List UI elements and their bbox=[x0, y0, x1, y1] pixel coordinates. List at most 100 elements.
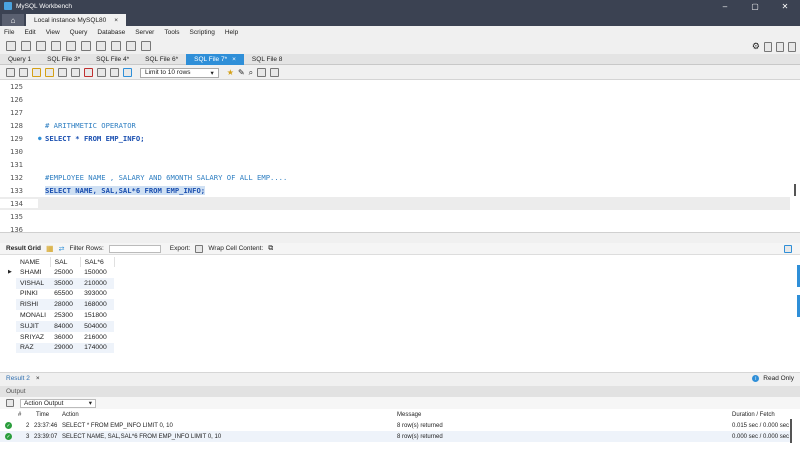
table-cell[interactable]: SHAMI bbox=[16, 267, 51, 278]
beautify-icon[interactable]: ✎ bbox=[238, 68, 245, 77]
table-cell[interactable]: 25300 bbox=[50, 310, 81, 321]
table-cell[interactable]: 36000 bbox=[50, 331, 81, 343]
commit-icon[interactable] bbox=[97, 68, 106, 77]
output-row[interactable]: ✓ 2 23:37:46 SELECT * FROM EMP_INFO LIMI… bbox=[0, 420, 790, 431]
table-cell[interactable]: 150000 bbox=[80, 267, 115, 278]
table-cell[interactable]: 28000 bbox=[50, 299, 81, 311]
new-sql-tab-icon[interactable] bbox=[6, 41, 16, 51]
close-tab-icon[interactable]: × bbox=[232, 56, 236, 63]
settings-gear-icon[interactable]: ⚙ bbox=[752, 41, 760, 52]
menu-server[interactable]: Server bbox=[135, 29, 154, 36]
table-cell[interactable]: 35000 bbox=[50, 277, 81, 289]
editor-scrollbar[interactable] bbox=[794, 184, 796, 196]
table-row[interactable]: SRIYAZ 36000 216000 bbox=[6, 331, 115, 343]
menu-view[interactable]: View bbox=[46, 29, 60, 36]
sql-editor[interactable]: 125 126 127 128 # ARITHMETIC OPERATOR 12… bbox=[0, 80, 800, 232]
result-grid-label[interactable]: Result Grid bbox=[6, 245, 41, 252]
favorite-star-icon[interactable]: ★ bbox=[227, 68, 234, 77]
invisible-chars-icon[interactable] bbox=[257, 68, 267, 77]
tab-sql-file-4[interactable]: SQL File 4* bbox=[88, 54, 137, 65]
save-icon[interactable] bbox=[19, 68, 28, 77]
action-output-select[interactable]: Action Output ▾ bbox=[20, 398, 96, 408]
table-cell[interactable]: RISHI bbox=[16, 299, 51, 311]
menu-tools[interactable]: Tools bbox=[164, 29, 179, 36]
toggle-sidebar-icon[interactable] bbox=[764, 41, 772, 52]
wrap-lines-icon[interactable] bbox=[270, 68, 280, 77]
output-scrollbar[interactable] bbox=[790, 419, 792, 443]
wrap-cell-icon[interactable]: ⧉ bbox=[268, 245, 273, 253]
export-icon[interactable] bbox=[195, 244, 204, 253]
menu-edit[interactable]: Edit bbox=[24, 29, 35, 36]
tab-result-2[interactable]: Result 2 bbox=[6, 375, 30, 382]
table-cell[interactable]: 174000 bbox=[80, 342, 115, 354]
inspector-icon[interactable] bbox=[36, 41, 46, 51]
grid-icon[interactable]: ▦ bbox=[46, 244, 54, 253]
table-row[interactable]: VISHAL 35000 210000 bbox=[6, 277, 115, 289]
table-cell[interactable]: MONALI bbox=[16, 310, 51, 321]
tab-sql-file-8[interactable]: SQL File 8 bbox=[244, 54, 290, 65]
filter-rows-input[interactable] bbox=[108, 244, 161, 253]
reconnect-icon[interactable] bbox=[141, 41, 151, 51]
limit-rows-select[interactable]: Limit to 10 rows ▾ bbox=[140, 67, 219, 78]
table-row[interactable]: MONALI 25300 151800 bbox=[6, 310, 115, 321]
table-cell[interactable]: 393000 bbox=[80, 288, 115, 300]
create-procedure-icon[interactable] bbox=[96, 41, 106, 51]
menu-file[interactable]: File bbox=[4, 29, 14, 36]
menu-database[interactable]: Database bbox=[97, 29, 125, 36]
table-cell[interactable]: 65500 bbox=[50, 288, 81, 300]
table-cell[interactable]: SUJIT bbox=[16, 320, 51, 332]
connection-tab[interactable]: Local instance MySQL80 × bbox=[26, 14, 127, 26]
create-table-icon[interactable] bbox=[66, 41, 76, 51]
table-cell[interactable]: 504000 bbox=[80, 320, 115, 332]
rollback-icon[interactable] bbox=[110, 68, 119, 77]
table-cell[interactable]: RAZ bbox=[16, 342, 51, 354]
column-header[interactable]: NAME bbox=[16, 257, 51, 267]
table-row[interactable]: PINKI 65500 393000 bbox=[6, 288, 115, 300]
editor-result-splitter[interactable] bbox=[0, 232, 800, 243]
copy-output-icon[interactable] bbox=[6, 399, 14, 407]
menu-help[interactable]: Help bbox=[225, 29, 238, 36]
find-icon[interactable]: ⌕ bbox=[249, 68, 253, 78]
create-function-icon[interactable] bbox=[111, 41, 121, 51]
table-cell[interactable]: VISHAL bbox=[16, 277, 51, 289]
table-cell[interactable]: PINKI bbox=[16, 288, 51, 300]
tab-sql-file-3[interactable]: SQL File 3* bbox=[39, 54, 88, 65]
output-row[interactable]: ✓ 3 23:39:07 SELECT NAME, SAL,SAL*6 FROM… bbox=[0, 431, 790, 442]
table-cell[interactable]: 210000 bbox=[80, 277, 115, 289]
table-cell[interactable]: 84000 bbox=[50, 320, 81, 332]
close-window-button[interactable]: ✕ bbox=[770, 0, 800, 12]
minimize-button[interactable]: – bbox=[710, 0, 740, 12]
column-header[interactable]: SAL bbox=[50, 257, 81, 267]
toggle-secondary-sidebar-icon[interactable] bbox=[788, 41, 796, 52]
tab-sql-file-6[interactable]: SQL File 6* bbox=[137, 54, 186, 65]
table-row[interactable]: RISHI 28000 168000 bbox=[6, 299, 115, 311]
tab-sql-file-7[interactable]: SQL File 7* × bbox=[186, 53, 244, 65]
close-connection-tab-icon[interactable]: × bbox=[114, 17, 118, 24]
column-header[interactable]: SAL*6 bbox=[80, 257, 115, 267]
close-result-tab-icon[interactable]: × bbox=[36, 375, 40, 382]
open-sql-file-icon[interactable] bbox=[21, 41, 31, 51]
stop-icon[interactable] bbox=[71, 68, 80, 77]
table-row[interactable]: ▶ SHAMI 25000 150000 bbox=[6, 267, 115, 278]
table-cell[interactable]: 151800 bbox=[80, 310, 115, 321]
search-table-data-icon[interactable] bbox=[126, 41, 136, 51]
result-panel-toggle-icon[interactable] bbox=[784, 244, 792, 253]
autocommit-icon[interactable] bbox=[123, 68, 132, 77]
create-schema-icon[interactable] bbox=[51, 41, 61, 51]
maximize-button[interactable]: ▢ bbox=[740, 0, 770, 12]
table-cell[interactable]: 25000 bbox=[50, 267, 81, 278]
table-cell[interactable]: 29000 bbox=[50, 342, 81, 354]
home-tab[interactable]: ⌂ bbox=[2, 14, 24, 26]
table-cell[interactable]: 168000 bbox=[80, 299, 115, 311]
table-row[interactable]: SUJIT 84000 504000 bbox=[6, 320, 115, 332]
table-row[interactable]: RAZ 29000 174000 bbox=[6, 342, 115, 354]
table-cell[interactable]: 216000 bbox=[80, 331, 115, 343]
execute-icon[interactable] bbox=[32, 68, 41, 77]
explain-icon[interactable] bbox=[58, 68, 67, 77]
open-file-icon[interactable] bbox=[6, 68, 15, 77]
menu-scripting[interactable]: Scripting bbox=[190, 29, 215, 36]
menu-query[interactable]: Query bbox=[70, 29, 88, 36]
toggle-error-stop-icon[interactable] bbox=[84, 68, 93, 77]
tab-query-1[interactable]: Query 1 bbox=[0, 54, 39, 65]
create-view-icon[interactable] bbox=[81, 41, 91, 51]
